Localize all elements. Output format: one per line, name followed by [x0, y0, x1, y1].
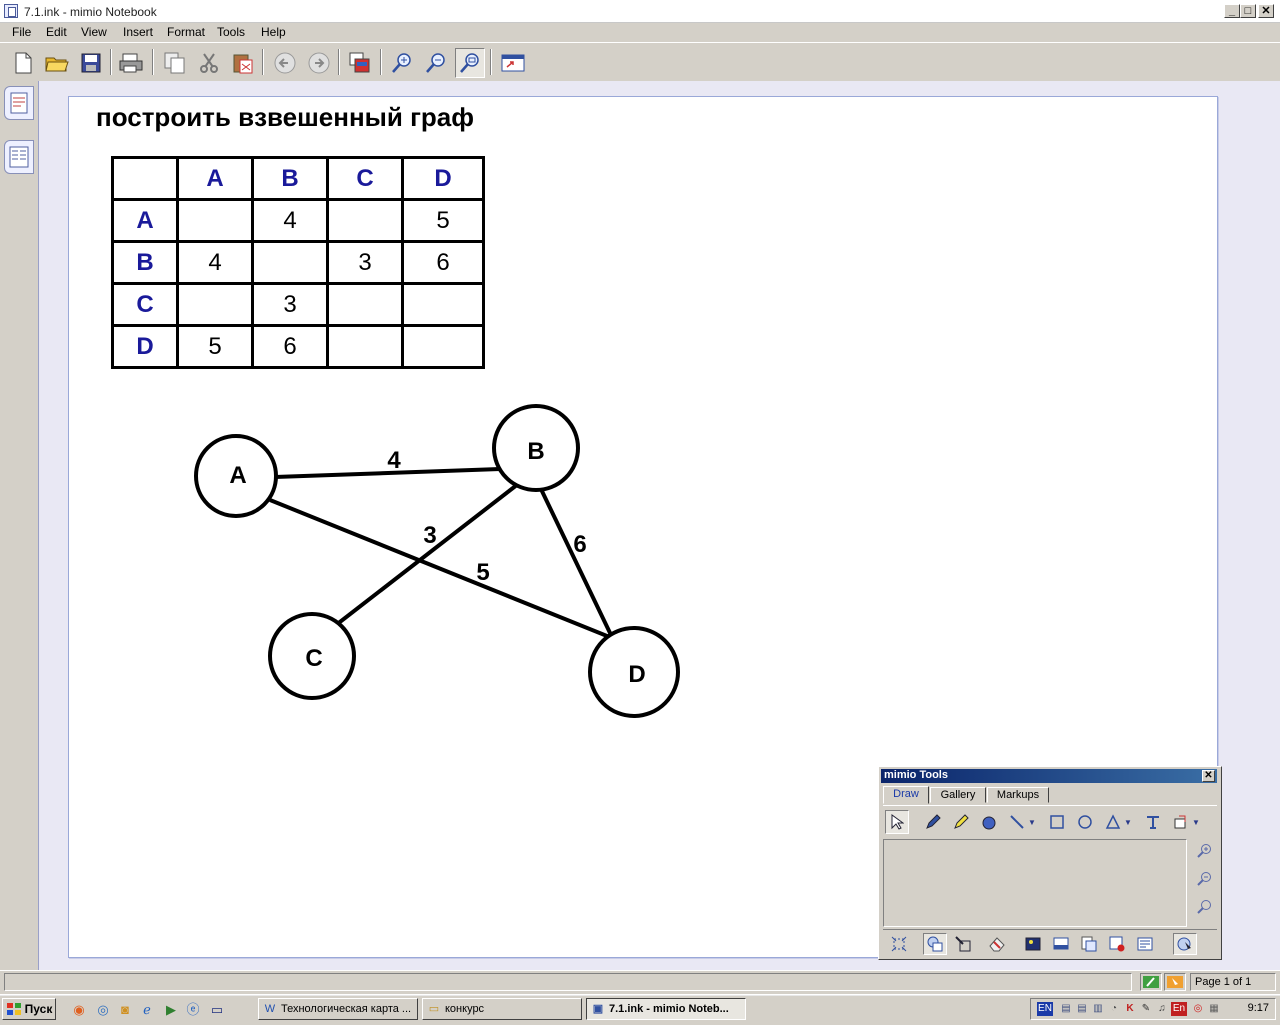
- page-indicator: Page 1 of 1: [1190, 973, 1276, 991]
- clear-eraser-icon[interactable]: [985, 933, 1009, 955]
- chevron-down-icon[interactable]: ▼: [1123, 810, 1133, 834]
- start-label: Пуск: [24, 1002, 53, 1016]
- node-label: D: [628, 661, 645, 688]
- close-icon[interactable]: ✕: [1202, 770, 1215, 782]
- quicklaunch-search-icon[interactable]: ◎: [94, 1001, 112, 1019]
- maximize-button[interactable]: □: [1240, 4, 1256, 18]
- system-tray: EN ▤ ▤ ▥ ◔ K ✎ ♫ En ◎ ▦ 9:17: [1030, 998, 1276, 1020]
- quicklaunch-media-icon[interactable]: ◙: [116, 1001, 134, 1019]
- node-label: B: [527, 438, 544, 465]
- network-icon[interactable]: ▤: [1075, 1002, 1089, 1016]
- taskbar: Пуск ◉ ◎ ◙ ℯ ▶ ⓔ ▭ W Технологическая кар…: [0, 994, 1280, 1025]
- tab-markups[interactable]: Markups: [987, 787, 1049, 803]
- edge-weight-label: 3: [423, 522, 436, 549]
- mimio-bottom-toolbar: [883, 929, 1217, 958]
- interactive-mode-icon[interactable]: [1173, 933, 1197, 955]
- triangle-tool-icon[interactable]: [1101, 810, 1125, 834]
- taskbar-item-label: Технологическая карта ...: [281, 1003, 412, 1015]
- shape-fill-icon[interactable]: [923, 933, 947, 955]
- quicklaunch-player-icon[interactable]: ▶: [162, 1001, 180, 1019]
- volume-icon[interactable]: ♫: [1155, 1002, 1169, 1016]
- text-tool-icon[interactable]: [1141, 810, 1165, 834]
- folder-icon: ▭: [428, 1003, 440, 1015]
- quicklaunch-browser-icon[interactable]: ◉: [70, 1001, 88, 1019]
- network-icon[interactable]: ▤: [1059, 1002, 1073, 1016]
- taskbar-item-label: конкурс: [445, 1003, 485, 1015]
- notes-icon[interactable]: [1133, 933, 1157, 955]
- fit-selection-icon[interactable]: [887, 933, 911, 955]
- taskbar-item-active[interactable]: ▣ 7.1.ink - mimio Noteb...: [586, 998, 746, 1020]
- pointer-mode-icon[interactable]: [1164, 973, 1186, 991]
- word-document-icon: W: [264, 1003, 276, 1015]
- quicklaunch-desktop-icon[interactable]: ▭: [208, 1001, 226, 1019]
- chevron-down-icon[interactable]: ▼: [1027, 810, 1037, 834]
- stamp-tool-icon[interactable]: [1169, 810, 1193, 834]
- rectangle-tool-icon[interactable]: [1045, 810, 1069, 834]
- highlighter-icon[interactable]: [949, 810, 973, 834]
- draw-tools-row: ▼ ▼ ▼: [883, 805, 1217, 838]
- tab-draw[interactable]: Draw: [883, 786, 929, 804]
- mimio-tools-palette: mimio Tools ✕ Draw Gallery Markups ▼ ▼ ▼: [878, 766, 1222, 960]
- record-tray-icon[interactable]: ◎: [1191, 1002, 1205, 1016]
- page-capture-icon[interactable]: [1077, 933, 1101, 955]
- start-button[interactable]: Пуск: [2, 998, 56, 1020]
- insert-image-icon[interactable]: [1021, 933, 1045, 955]
- taskbar-item-label: 7.1.ink - mimio Noteb...: [609, 1003, 729, 1015]
- edge-weight-label: 4: [387, 447, 401, 474]
- ellipse-tool-icon[interactable]: [1073, 810, 1097, 834]
- node-label: C: [305, 645, 322, 672]
- windows-logo-icon: [6, 1003, 21, 1015]
- screen-grab-icon[interactable]: [1049, 933, 1073, 955]
- minimize-button[interactable]: _: [1224, 4, 1240, 18]
- eraser-icon[interactable]: [977, 810, 1001, 834]
- tray-app-icon[interactable]: ▦: [1207, 1002, 1221, 1016]
- status-message-area: [4, 973, 1132, 991]
- kaspersky-icon[interactable]: K: [1123, 1002, 1137, 1016]
- mimio-tools-title: mimio Tools: [884, 769, 948, 781]
- quicklaunch-ie2-icon[interactable]: ⓔ: [184, 1001, 202, 1019]
- line-tool-icon[interactable]: [1005, 810, 1029, 834]
- graph-edge[interactable]: [334, 479, 524, 627]
- tab-gallery[interactable]: Gallery: [930, 787, 986, 803]
- taskbar-item[interactable]: ▭ конкурс: [422, 998, 582, 1020]
- pointer-shape-icon[interactable]: [951, 933, 975, 955]
- translator-icon[interactable]: En: [1171, 1002, 1187, 1016]
- select-arrow-icon[interactable]: [885, 810, 909, 834]
- pen-icon[interactable]: [921, 810, 945, 834]
- monitor-icon[interactable]: ▥: [1091, 1002, 1105, 1016]
- chevron-down-icon[interactable]: ▼: [1191, 810, 1201, 834]
- tool-options-panel: [883, 839, 1187, 927]
- node-label: A: [229, 462, 246, 489]
- status-bar: Page 1 of 1: [0, 970, 1280, 993]
- taskbar-item[interactable]: W Технологическая карта ...: [258, 998, 418, 1020]
- record-icon[interactable]: [1105, 933, 1129, 955]
- zoom-out-icon[interactable]: [1195, 871, 1213, 889]
- edge-weight-label: 5: [476, 559, 489, 586]
- quicklaunch-ie-icon[interactable]: ℯ: [138, 1001, 156, 1019]
- clock: 9:17: [1247, 1002, 1269, 1014]
- zoom-in-icon[interactable]: [1195, 843, 1213, 861]
- language-indicator[interactable]: EN: [1037, 1002, 1053, 1016]
- pen-device-icon[interactable]: ✎: [1139, 1002, 1153, 1016]
- close-button[interactable]: ✕: [1258, 4, 1274, 18]
- edge-weight-label: 6: [573, 531, 586, 558]
- antivirus-icon[interactable]: ◔: [1107, 1002, 1121, 1016]
- weighted-graph: A B C D 4 3 5 6: [194, 404, 680, 718]
- mimio-tools-titlebar[interactable]: mimio Tools ✕: [881, 769, 1217, 783]
- mimio-notebook-icon: ▣: [592, 1003, 604, 1015]
- zoom-fit-icon[interactable]: [1195, 899, 1213, 917]
- edit-mode-icon[interactable]: [1140, 973, 1162, 991]
